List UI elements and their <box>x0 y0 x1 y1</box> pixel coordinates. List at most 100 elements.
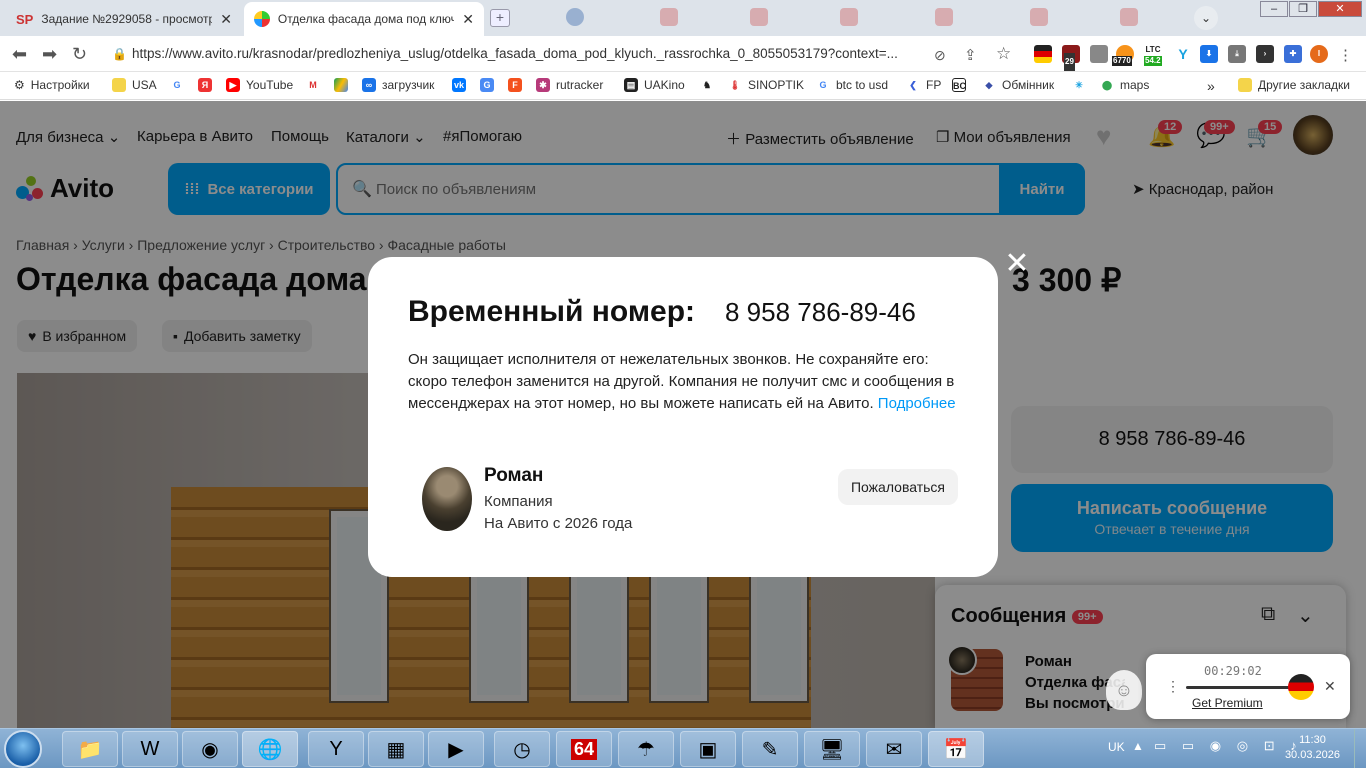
faded-tab-icon[interactable] <box>935 8 953 26</box>
bookmark-exchanger[interactable]: ◆ Обмінник <box>982 78 1054 92</box>
tray-icons[interactable]: ▭ ▭ ◉ ◎ ⊡ ♪ <box>1154 738 1303 754</box>
more-link[interactable]: Подробнее <box>878 395 956 412</box>
bookmark-sinoptik[interactable]: 🌡 SINOPTIK <box>728 78 804 92</box>
bookmark-rutracker[interactable]: ✱ rutracker <box>536 78 603 92</box>
bookmark-other[interactable]: Другие закладки <box>1238 78 1350 92</box>
download-extension-icon[interactable]: ⬇ <box>1200 45 1218 63</box>
progress-bar[interactable] <box>1186 686 1304 689</box>
app-icon[interactable]: ▦ <box>368 731 424 767</box>
modal-description: Он защищает исполнителя от нежелательных… <box>408 349 968 415</box>
bookmark-fp[interactable]: ❮ FP <box>906 78 941 92</box>
bookmark-google[interactable]: G <box>170 78 190 92</box>
tab-task[interactable]: SP Задание №2929058 - просмотр з ✕ <box>6 2 242 36</box>
bookmark-star-icon[interactable]: ☆ <box>996 44 1011 64</box>
calendar-app-icon[interactable]: 📅 <box>928 731 984 767</box>
bookmark-star[interactable]: ✳ <box>1072 78 1092 92</box>
seller-avatar[interactable] <box>422 467 472 531</box>
bookmark-downloader[interactable]: ∞ загрузчик <box>362 78 434 92</box>
faded-tab-icon[interactable] <box>1120 8 1138 26</box>
bookmark-usa[interactable]: USA <box>112 78 157 92</box>
minimize-button[interactable]: – <box>1260 1 1288 17</box>
yandex-browser-icon[interactable]: Y <box>308 731 364 767</box>
bookmarks-more[interactable]: » <box>1207 78 1215 94</box>
report-button[interactable]: Пожаловаться <box>838 469 958 505</box>
tray-arrow-icon[interactable]: ▲ <box>1132 739 1144 753</box>
bookmark-f[interactable]: F <box>508 78 528 92</box>
globe-icon[interactable]: 🌐 <box>242 731 298 767</box>
menu-dots-icon[interactable]: ⋮ <box>1338 46 1353 64</box>
bookmark-drive[interactable] <box>334 78 354 92</box>
chevron-right-icon: » <box>1207 78 1215 94</box>
mail-icon[interactable]: ✉ <box>866 731 922 767</box>
language-indicator[interactable]: UK <box>1108 740 1125 754</box>
media-player-icon[interactable]: ▶ <box>428 731 484 767</box>
bookmark-gmail[interactable]: M <box>306 78 326 92</box>
ghost-icon[interactable]: ☺ <box>1106 670 1142 710</box>
url-text: https://www.avito.ru/krasnodar/predlozhe… <box>132 46 898 61</box>
blocked-icon[interactable]: ⊘ <box>934 47 946 64</box>
wise-icon[interactable]: W <box>122 731 178 767</box>
chrome-icon[interactable]: ◉ <box>182 731 238 767</box>
ext-badge: 6770 <box>1112 56 1132 66</box>
faded-tab-icon[interactable] <box>750 8 768 26</box>
bookmark-translate[interactable]: G <box>480 78 500 92</box>
new-tab-button[interactable]: + <box>490 9 510 27</box>
bookmark-chess[interactable]: ♞ <box>700 78 720 92</box>
bookmark-settings[interactable]: ⚙ Настройки <box>14 78 90 92</box>
url-field[interactable]: 🔒 https://www.avito.ru/krasnodar/predloz… <box>100 41 930 67</box>
faded-tab-icon[interactable] <box>1030 8 1048 26</box>
clock-app-icon[interactable]: ◷ <box>494 731 550 767</box>
terminal-extension-icon[interactable]: › <box>1256 45 1274 63</box>
bookmark-youtube[interactable]: ▶ YouTube <box>226 78 293 92</box>
close-icon[interactable]: ✕ <box>1324 678 1336 695</box>
bookmark-label: FP <box>926 78 942 92</box>
bookmark-maps[interactable]: ⬤ maps <box>1100 78 1149 92</box>
profile-avatar-icon[interactable]: I <box>1310 45 1328 63</box>
extension-icon[interactable]: 29 <box>1062 45 1080 71</box>
faded-tab-icon[interactable] <box>660 8 678 26</box>
widget-menu-icon[interactable]: ⋮ <box>1166 678 1180 695</box>
explorer-icon[interactable]: 📁 <box>62 731 118 767</box>
forward-arrow-icon[interactable]: ➡ <box>42 44 57 65</box>
bookmark-uakino[interactable]: ▤ UAKino <box>624 78 685 92</box>
start-button[interactable] <box>4 730 42 768</box>
taskbar-clock[interactable]: 11:30 30.03.2026 <box>1285 733 1340 763</box>
bookmark-vk[interactable]: vk <box>452 78 472 92</box>
umbrella-icon[interactable]: ☂ <box>618 731 674 767</box>
close-icon[interactable]: ✕ <box>220 11 232 28</box>
notepad-icon[interactable]: ✎ <box>742 731 798 767</box>
german-flag-icon[interactable] <box>1288 674 1314 700</box>
back-arrow-icon[interactable]: ⬅ <box>12 44 27 65</box>
tab-avito[interactable]: Отделка фасада дома под ключ. Р ✕ <box>244 2 484 36</box>
extension-icon[interactable] <box>1090 45 1108 63</box>
faded-tab-icon[interactable] <box>566 8 584 26</box>
calculator-icon[interactable]: ▣ <box>680 731 736 767</box>
bookmark-btc[interactable]: Gbtc to usd <box>816 78 888 92</box>
google-icon: G <box>170 78 184 92</box>
show-desktop-button[interactable] <box>1354 729 1366 768</box>
faded-tab-icon[interactable] <box>840 8 858 26</box>
seller-name[interactable]: Роман <box>484 465 543 487</box>
bookmark-yandex[interactable]: Я <box>198 78 218 92</box>
bookmark-label: YouTube <box>246 78 294 92</box>
reload-icon[interactable]: ↻ <box>72 44 87 65</box>
bookmark-bc[interactable]: BC <box>952 78 972 92</box>
monitor-icon[interactable]: 🖥 <box>804 731 860 767</box>
share-icon[interactable]: ⇪ <box>964 46 977 64</box>
window-close-button[interactable]: ✕ <box>1318 1 1362 17</box>
uakino-icon: ▤ <box>624 78 638 92</box>
downloads-icon[interactable]: ⤓ <box>1228 45 1246 63</box>
close-icon[interactable]: ✕ <box>462 11 474 28</box>
german-flag-icon[interactable] <box>1034 45 1052 63</box>
modal-close-icon[interactable]: ✕ <box>1004 249 1030 279</box>
aida64-icon[interactable]: 64 <box>556 731 612 767</box>
maximize-button[interactable]: ❐ <box>1289 1 1317 17</box>
bitcoin-icon[interactable]: 6770 <box>1112 45 1134 66</box>
extensions-puzzle-icon[interactable]: ✚ <box>1284 45 1302 63</box>
tab-search-icon[interactable]: ⌄ <box>1194 6 1218 30</box>
ltc-extension-icon[interactable]: LTC 54.2 <box>1144 45 1162 66</box>
chess-knight-icon: ♞ <box>700 78 714 92</box>
folder-icon <box>112 78 126 92</box>
get-premium-link[interactable]: Get Premium <box>1192 696 1263 710</box>
y-extension-icon[interactable]: Y <box>1174 45 1192 63</box>
